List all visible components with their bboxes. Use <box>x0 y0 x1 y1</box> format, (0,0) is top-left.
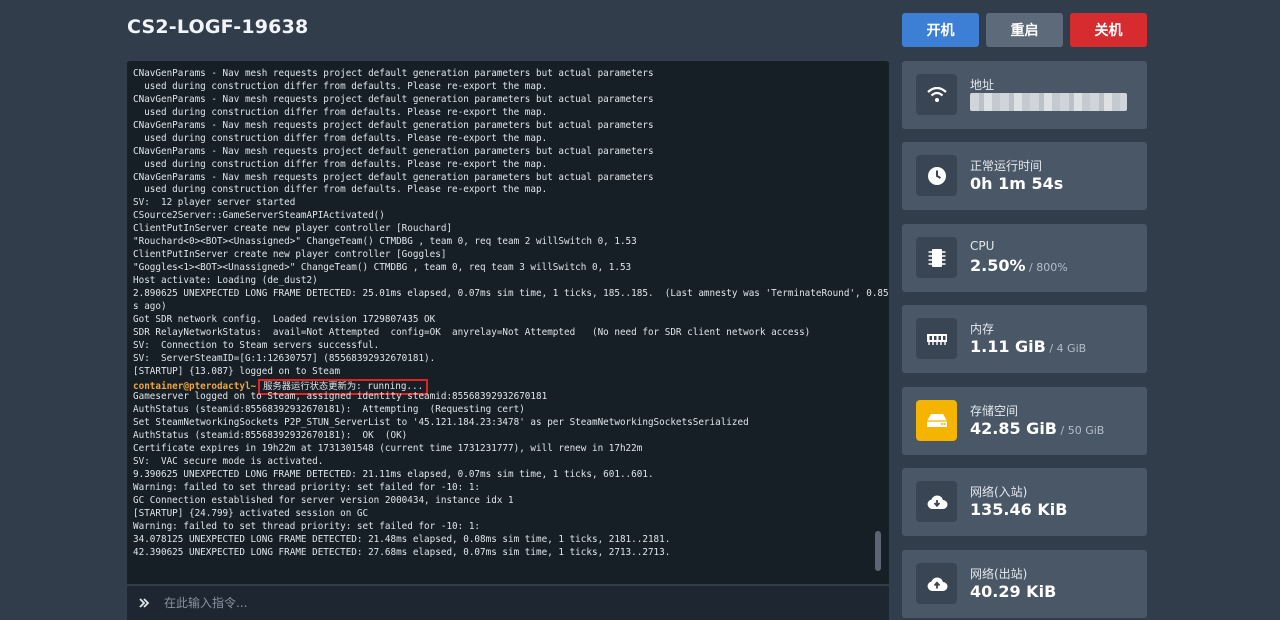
console-line: ClientPutInServer create new player cont… <box>133 223 453 235</box>
console-line: used during construction differ from def… <box>133 80 548 92</box>
uptime-label: 正常运行时间 <box>970 159 1043 173</box>
console-line: 34.078125 UNEXPECTED LONG FRAME DETECTED… <box>133 533 671 545</box>
cloud-download-icon <box>916 481 957 522</box>
cpu-label: CPU <box>970 239 995 253</box>
memory-value: 1.11 GiB <box>970 337 1046 356</box>
disk-value: 42.85 GiB <box>970 419 1057 438</box>
console-line: [STARTUP] {24.799} activated session on … <box>133 507 369 519</box>
console-line: CSource2Server::GameServerSteamAPIActiva… <box>133 210 385 222</box>
console-line: AuthStatus (steamid:85568392932670181): … <box>133 430 408 442</box>
uptime-value: 0h 1m 54s <box>970 174 1064 193</box>
console-line: CNavGenParams - Nav mesh requests projec… <box>133 171 654 183</box>
console-line: Host activate: Loading (de_dust2) <box>133 275 318 286</box>
console-line: SV: Connection to Steam servers successf… <box>133 339 380 351</box>
network-in-value: 135.46 KiB <box>970 500 1068 519</box>
console-line: 2.890625 UNEXPECTED LONG FRAME DETECTED:… <box>133 287 889 299</box>
network-out-label: 网络(出站) <box>970 567 1028 581</box>
console-line: SV: ServerSteamID=[G:1:12630757] (855683… <box>133 352 436 364</box>
memory-label: 内存 <box>970 322 995 336</box>
memory-limit: / 4 GiB <box>1045 342 1087 355</box>
console-line: SV: 12 player server started <box>133 197 296 209</box>
console-lines: CNavGenParams - Nav mesh requests projec… <box>133 68 889 560</box>
console-line: CNavGenParams - Nav mesh requests projec… <box>133 119 654 131</box>
address-value-redacted <box>970 93 1127 115</box>
console-line: 9.390625 UNEXPECTED LONG FRAME DETECTED:… <box>133 469 654 481</box>
console-line: ClientPutInServer create new player cont… <box>133 249 447 261</box>
console-line: Certificate expires in 19h22m at 1731301… <box>133 443 643 455</box>
cpu-value: 2.50% <box>970 256 1026 275</box>
console-scrollbar[interactable] <box>875 65 881 580</box>
console-line: Got SDR network config. Loaded revision … <box>133 313 436 325</box>
network-in-label: 网络(入站) <box>970 485 1028 499</box>
address-label: 地址 <box>970 78 995 92</box>
cpu-chip-icon <box>916 237 957 278</box>
console-line: CNavGenParams - Nav mesh requests projec… <box>133 68 654 79</box>
console-line: s ago) <box>133 300 167 312</box>
console-line: SDR RelayNetworkStatus: avail=Not Attemp… <box>133 326 811 338</box>
console-line: GC Connection established for server ver… <box>133 494 514 506</box>
command-bar <box>127 586 889 620</box>
stat-card-address: 地址 <box>902 61 1147 129</box>
memory-value-row: 1.11 GiB / 4 GiB <box>970 337 1086 356</box>
console-line: Warning: failed to set thread priority: … <box>133 482 481 493</box>
console-line: used during construction differ from def… <box>133 106 548 118</box>
console-line: CNavGenParams - Nav mesh requests projec… <box>133 93 654 105</box>
console-line: used during construction differ from def… <box>133 158 548 170</box>
console-line: [STARTUP] {13.087} logged on to Steam <box>133 365 341 377</box>
cpu-value-row: 2.50% / 800% <box>970 256 1068 275</box>
console-line: "Rouchard<0><BOT><Unassigned>" ChangeTea… <box>133 236 637 248</box>
cpu-limit: / 800% <box>1025 261 1068 274</box>
stop-button[interactable]: 关机 <box>1070 13 1147 47</box>
console-prompt: container@pterodactyl~ <box>133 380 257 392</box>
console-line: 42.390625 UNEXPECTED LONG FRAME DETECTED… <box>133 546 671 558</box>
chevron-right-icon <box>138 594 152 613</box>
console-scrollbar-thumb[interactable] <box>875 531 881 571</box>
disk-limit: / 50 GiB <box>1057 424 1105 437</box>
console-line: Gameserver logged on to Steam, assigned … <box>133 391 548 403</box>
console-status-line: container@pterodactyl~ 服务器运行状态更新为: runnin… <box>133 378 867 395</box>
stat-card-disk: 存储空间 42.85 GiB / 50 GiB <box>902 387 1147 455</box>
console-line: SV: VAC secure mode is activated. <box>133 456 324 468</box>
hdd-icon <box>916 400 957 441</box>
console-line: "Goggles<1><BOT><Unassigned>" ChangeTeam… <box>133 262 632 274</box>
cloud-upload-icon <box>916 563 957 604</box>
console-line: CNavGenParams - Nav mesh requests projec… <box>133 145 654 157</box>
console-line: AuthStatus (steamid:85568392932670181): … <box>133 404 525 416</box>
wifi-icon <box>916 74 957 115</box>
network-out-value: 40.29 KiB <box>970 582 1057 601</box>
server-title: CS2-LOGF-19638 <box>127 16 309 38</box>
stat-card-network-in: 网络(入站) 135.46 KiB <box>902 468 1147 536</box>
restart-button[interactable]: 重启 <box>986 13 1063 47</box>
console-line: used during construction differ from def… <box>133 132 548 144</box>
stat-card-uptime: 正常运行时间 0h 1m 54s <box>902 142 1147 210</box>
stat-card-memory: 内存 1.11 GiB / 4 GiB <box>902 305 1147 373</box>
console-line: used during construction differ from def… <box>133 184 548 196</box>
console-line: Set SteamNetworkingSockets P2P_STUN_Serv… <box>133 417 749 429</box>
console-line: Warning: failed to set thread priority: … <box>133 520 481 532</box>
clock-icon <box>916 155 957 196</box>
memory-icon <box>916 318 957 359</box>
disk-value-row: 42.85 GiB / 50 GiB <box>970 419 1104 438</box>
start-button[interactable]: 开机 <box>902 13 979 47</box>
stat-card-cpu: CPU 2.50% / 800% <box>902 224 1147 292</box>
stat-card-network-out: 网络(出站) 40.29 KiB <box>902 550 1147 618</box>
command-input[interactable] <box>162 595 866 611</box>
disk-label: 存储空间 <box>970 404 1019 418</box>
console-output[interactable]: CNavGenParams - Nav mesh requests projec… <box>127 61 889 584</box>
